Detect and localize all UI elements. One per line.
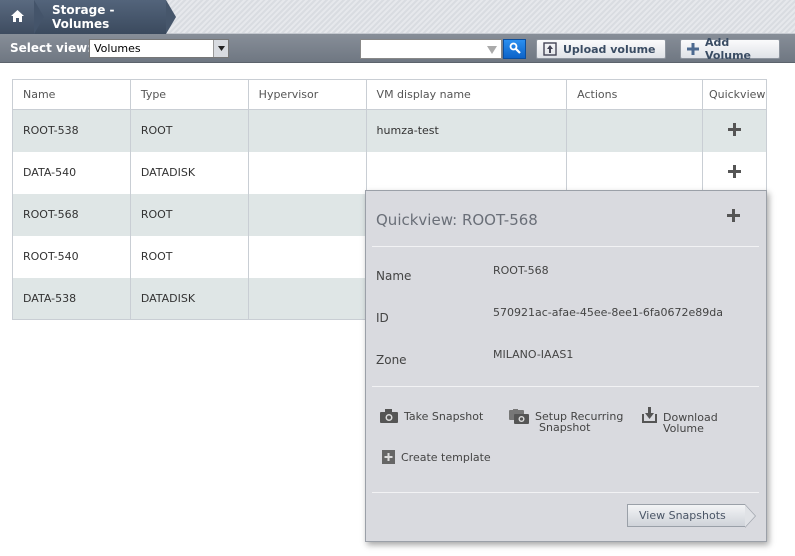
cell-name[interactable]: ROOT-538 bbox=[12, 109, 131, 152]
take-snapshot-action[interactable]: Take Snapshot bbox=[380, 409, 484, 423]
create-template-action[interactable]: Create template bbox=[382, 450, 491, 464]
home-icon bbox=[10, 9, 24, 25]
cell-name[interactable]: ROOT-568 bbox=[12, 193, 131, 236]
search-button[interactable] bbox=[503, 39, 526, 59]
column-header-vm-display-name[interactable]: VM display name bbox=[365, 79, 568, 110]
toolbar: Select view: Volumes Upload volume Add V… bbox=[0, 34, 795, 63]
cell-hypervisor bbox=[247, 277, 367, 320]
divider bbox=[372, 386, 759, 387]
take-snapshot-label: Take Snapshot bbox=[404, 410, 484, 423]
field-value-zone: MILANO-IAAS1 bbox=[493, 348, 574, 361]
add-volume-button[interactable]: Add Volume bbox=[680, 36, 780, 62]
table-row[interactable]: ROOT-538 ROOT humza-test bbox=[12, 109, 768, 152]
column-header-name[interactable]: Name bbox=[12, 79, 131, 110]
view-snapshots-label: View Snapshots bbox=[639, 509, 726, 522]
chevron-down-icon[interactable] bbox=[213, 40, 228, 57]
create-template-label: Create template bbox=[401, 451, 491, 464]
home-button[interactable] bbox=[0, 0, 34, 34]
quickview-plus-icon[interactable] bbox=[727, 209, 740, 222]
quickview-plus-icon[interactable] bbox=[727, 164, 741, 178]
upload-volume-label: Upload volume bbox=[563, 42, 656, 56]
cell-type: ROOT bbox=[129, 235, 249, 278]
field-label-id: ID bbox=[376, 311, 389, 325]
search-filter-dropdown-icon[interactable] bbox=[487, 46, 497, 54]
quickview-cell[interactable] bbox=[701, 109, 768, 152]
cell-actions bbox=[566, 151, 703, 194]
quickview-cell[interactable] bbox=[701, 151, 768, 194]
cell-type: ROOT bbox=[129, 109, 249, 152]
plus-icon bbox=[687, 43, 699, 55]
field-label-name: Name bbox=[376, 269, 412, 283]
column-header-quickview: Quickview bbox=[701, 79, 768, 110]
cell-hypervisor bbox=[247, 193, 367, 236]
cell-actions bbox=[566, 109, 703, 152]
cell-hypervisor bbox=[247, 235, 367, 278]
cell-type: ROOT bbox=[129, 193, 249, 236]
field-label-zone: Zone bbox=[376, 353, 407, 367]
cell-name[interactable]: DATA-540 bbox=[12, 151, 131, 194]
select-view-dropdown[interactable]: Volumes bbox=[89, 39, 229, 58]
add-volume-label: Add Volume bbox=[705, 36, 751, 62]
cell-name[interactable]: DATA-538 bbox=[12, 277, 131, 320]
recurring-camera-icon bbox=[509, 409, 529, 425]
upload-icon bbox=[543, 42, 557, 56]
quickview-title: Quickview: ROOT-568 bbox=[376, 211, 538, 229]
cell-vm-display-name bbox=[365, 151, 568, 194]
cell-type: DATADISK bbox=[129, 277, 249, 320]
cell-vm-display-name: humza-test bbox=[365, 109, 568, 152]
cell-name[interactable]: ROOT-540 bbox=[12, 235, 131, 278]
breadcrumb-bar: Storage - Volumes bbox=[0, 0, 795, 34]
view-snapshots-button[interactable]: View Snapshots bbox=[627, 504, 756, 528]
download-icon bbox=[642, 407, 657, 423]
column-header-hypervisor[interactable]: Hypervisor bbox=[247, 79, 367, 110]
cell-hypervisor bbox=[247, 109, 367, 152]
table-row[interactable]: DATA-540 DATADISK bbox=[12, 151, 768, 194]
create-template-icon bbox=[382, 450, 395, 464]
column-header-actions: Actions bbox=[566, 79, 703, 110]
field-value-id: 570921ac-afae-45ee-8ee1-6fa0672e89da bbox=[493, 306, 723, 319]
download-label-2: Volume bbox=[663, 422, 704, 435]
select-view-label: Select view: bbox=[10, 41, 93, 55]
breadcrumb-current[interactable]: Storage - Volumes bbox=[34, 0, 176, 34]
select-view-value: Volumes bbox=[94, 42, 141, 55]
quickview-panel: Quickview: ROOT-568 Name ROOT-568 ID 570… bbox=[365, 190, 767, 542]
table-header-row: Name Type Hypervisor VM display name Act… bbox=[12, 79, 768, 110]
divider bbox=[372, 492, 759, 493]
search-input[interactable] bbox=[360, 39, 502, 59]
column-header-type[interactable]: Type bbox=[129, 79, 249, 110]
quickview-plus-icon[interactable] bbox=[727, 122, 741, 136]
setup-recurring-label-2: Snapshot bbox=[539, 421, 591, 434]
search-icon bbox=[509, 42, 521, 57]
setup-recurring-snapshot-action[interactable]: Setup Recurring Snapshot bbox=[509, 409, 623, 434]
cell-hypervisor bbox=[247, 151, 367, 194]
cell-type: DATADISK bbox=[129, 151, 249, 194]
upload-volume-button[interactable]: Upload volume bbox=[536, 39, 666, 59]
divider bbox=[372, 246, 759, 247]
camera-icon bbox=[380, 409, 398, 423]
field-value-name: ROOT-568 bbox=[493, 264, 549, 277]
download-volume-action[interactable]: Download Volume bbox=[642, 407, 718, 435]
